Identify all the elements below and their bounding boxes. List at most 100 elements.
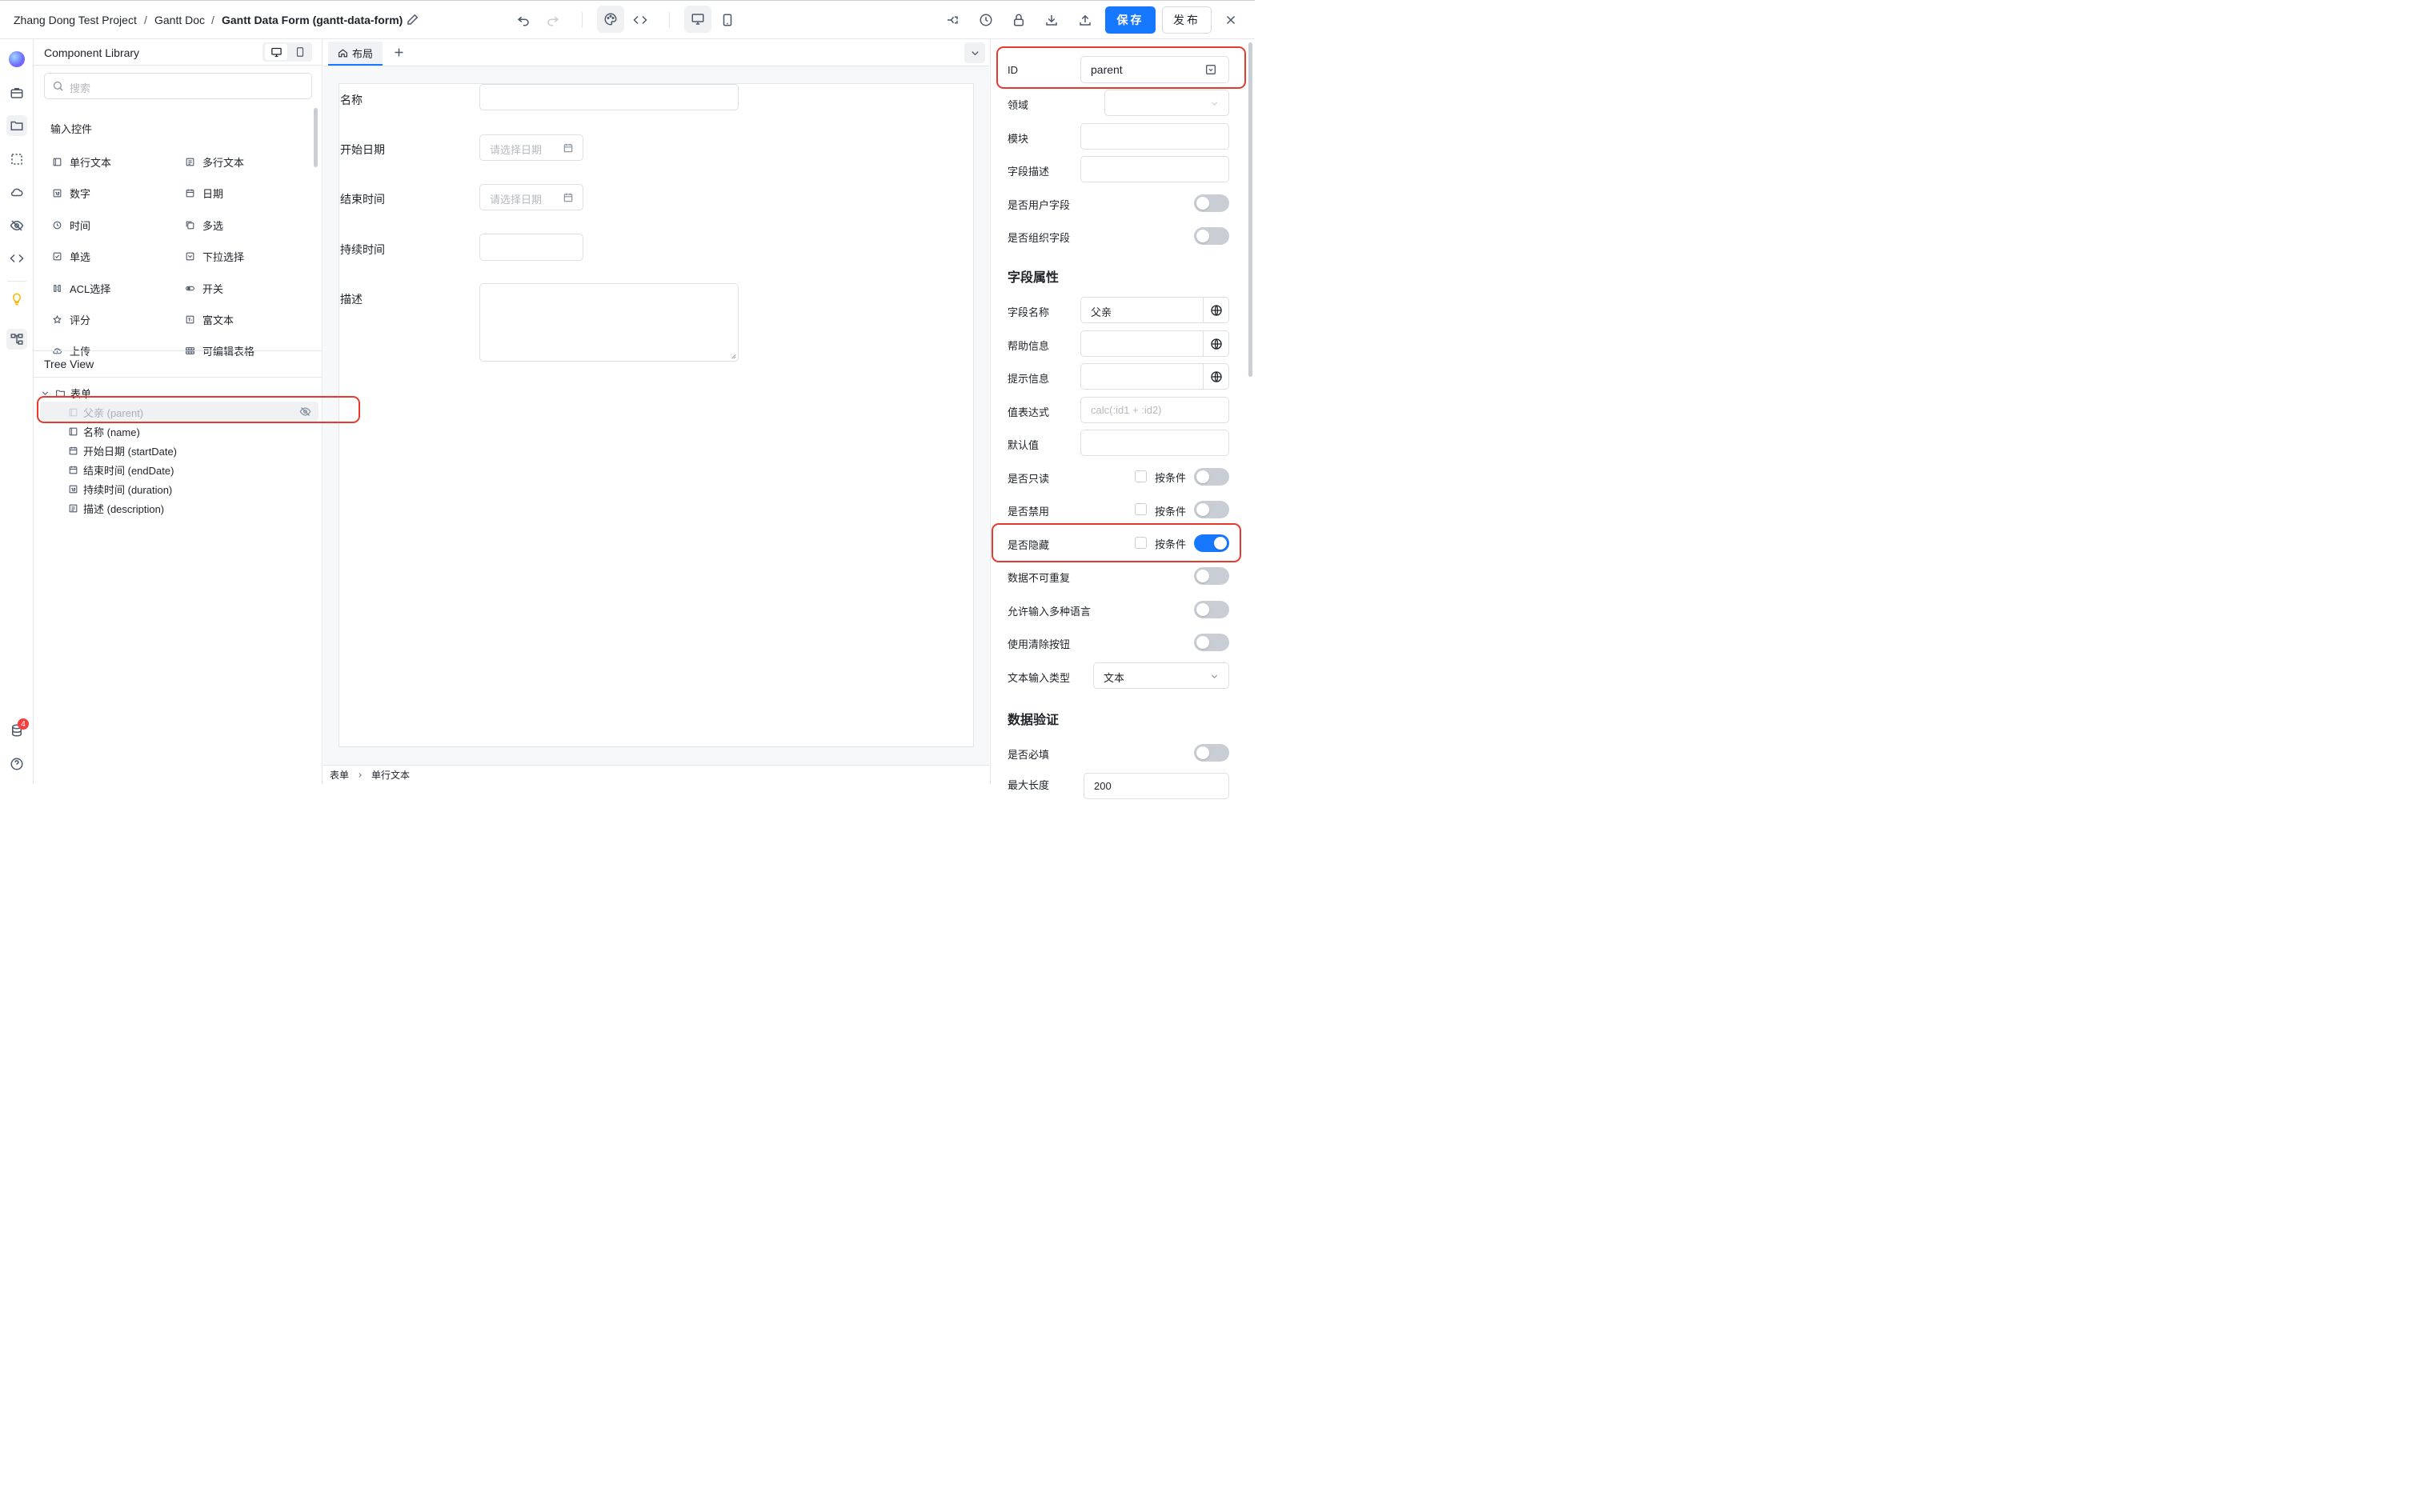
- tree-structure-icon[interactable]: [6, 329, 27, 350]
- close-icon[interactable]: [1221, 10, 1240, 30]
- edit-pencil-icon[interactable]: [405, 11, 421, 27]
- merge-icon[interactable]: [943, 10, 962, 30]
- tree-item[interactable]: 持续时间 (duration): [68, 482, 172, 497]
- clear-btn-toggle[interactable]: [1194, 634, 1229, 651]
- save-button[interactable]: 保存: [1105, 6, 1156, 34]
- start-date-picker[interactable]: 请选择日期: [479, 134, 583, 161]
- is-org-field-toggle[interactable]: [1194, 227, 1229, 245]
- component-label: 时间: [70, 220, 91, 232]
- breadcrumb-project[interactable]: Zhang Dong Test Project: [14, 14, 137, 26]
- tab-layout[interactable]: 布局: [328, 42, 383, 66]
- undo-icon[interactable]: [514, 10, 533, 30]
- acl-icon: [51, 283, 62, 294]
- is-org-field-label: 是否组织字段: [1008, 232, 1071, 244]
- name-field[interactable]: [479, 84, 739, 110]
- field-label-name: 名称: [340, 94, 363, 106]
- component-dropdown[interactable]: 下拉选择: [184, 249, 244, 264]
- module-label: 模块: [1008, 133, 1029, 145]
- desktop-icon[interactable]: [265, 44, 287, 60]
- domain-select[interactable]: [1104, 90, 1229, 116]
- help-icon[interactable]: [6, 754, 27, 774]
- redo-icon[interactable]: [543, 10, 563, 30]
- expr-placeholder: calc(:id1 + :id2): [1091, 404, 1162, 416]
- tabs-dropdown-button[interactable]: [964, 42, 985, 63]
- component-single-line-text[interactable]: 单行文本: [51, 154, 111, 170]
- add-tab-icon[interactable]: [392, 46, 406, 62]
- highlight-hidden-row: [992, 523, 1241, 562]
- input-type-select[interactable]: 文本: [1093, 662, 1229, 689]
- properties-scrollbar[interactable]: [1248, 42, 1252, 377]
- globe-icon[interactable]: [1203, 364, 1228, 390]
- component-date[interactable]: 日期: [184, 186, 223, 201]
- field-name-input[interactable]: 父亲: [1080, 297, 1229, 323]
- tree-item[interactable]: 结束时间 (endDate): [68, 462, 174, 478]
- unique-label: 数据不可重复: [1008, 572, 1071, 584]
- unique-toggle[interactable]: [1194, 567, 1229, 585]
- mobile-icon[interactable]: [718, 10, 737, 30]
- is-user-field-toggle[interactable]: [1194, 194, 1229, 212]
- tab-layout-label: 布局: [351, 47, 373, 60]
- notification-badge: 4: [18, 718, 29, 730]
- download-icon[interactable]: [1042, 10, 1061, 30]
- code-icon[interactable]: [631, 10, 650, 30]
- disabled-conditional-checkbox[interactable]: [1135, 503, 1147, 515]
- max-length-input[interactable]: 200: [1084, 773, 1229, 799]
- tree-item[interactable]: 开始日期 (startDate): [68, 443, 177, 458]
- end-date-picker[interactable]: 请选择日期: [479, 184, 583, 210]
- lightbulb-icon[interactable]: [6, 289, 27, 310]
- library-scrollbar[interactable]: [314, 108, 318, 167]
- module-input[interactable]: [1080, 123, 1229, 150]
- mobile-icon[interactable]: [289, 44, 311, 60]
- field-desc-input[interactable]: [1080, 156, 1229, 182]
- disabled-toggle[interactable]: [1194, 501, 1229, 518]
- code-icon[interactable]: [6, 248, 27, 269]
- component-acl[interactable]: ACL选择: [51, 281, 110, 296]
- folder-icon[interactable]: [6, 115, 27, 136]
- status-path-form[interactable]: 表单: [330, 768, 349, 782]
- history-clock-icon[interactable]: [976, 10, 996, 30]
- cloud-icon[interactable]: [6, 182, 27, 202]
- multilang-toggle[interactable]: [1194, 601, 1229, 618]
- search-input[interactable]: 搜索: [44, 73, 312, 99]
- resize-handle-icon[interactable]: [730, 353, 736, 359]
- component-rating[interactable]: 评分: [51, 312, 90, 327]
- readonly-toggle[interactable]: [1194, 468, 1229, 486]
- required-toggle[interactable]: [1194, 744, 1229, 762]
- description-textarea[interactable]: [479, 283, 739, 362]
- selection-icon[interactable]: [6, 149, 27, 170]
- lock-icon[interactable]: [1009, 10, 1028, 30]
- eye-off-icon[interactable]: [6, 215, 27, 236]
- calendar-icon: [68, 465, 78, 475]
- default-input[interactable]: [1080, 430, 1229, 456]
- tree-item[interactable]: 名称 (name): [68, 424, 140, 439]
- form-canvas[interactable]: 名称 开始日期 请选择日期 结束时间 请选择日期 持续时间 描述: [339, 83, 974, 747]
- briefcase-icon[interactable]: [6, 82, 27, 103]
- theme-palette-button[interactable]: [597, 6, 624, 33]
- disabled-conditional-label: 按条件: [1155, 506, 1187, 518]
- app-logo-icon[interactable]: [6, 49, 27, 70]
- hint-input[interactable]: [1080, 363, 1229, 390]
- desktop-view-button[interactable]: [684, 6, 711, 33]
- globe-icon[interactable]: [1203, 298, 1228, 323]
- help-input[interactable]: [1080, 330, 1229, 357]
- expr-input[interactable]: calc(:id1 + :id2): [1080, 397, 1229, 423]
- upload-icon[interactable]: [1076, 10, 1095, 30]
- duration-field[interactable]: [479, 234, 583, 261]
- number-icon: [68, 484, 78, 494]
- component-number[interactable]: 数字: [51, 186, 90, 201]
- breadcrumb-doc[interactable]: Gantt Doc: [154, 14, 205, 26]
- globe-icon[interactable]: [1203, 331, 1228, 357]
- tree-item[interactable]: 描述 (description): [68, 501, 164, 516]
- component-multi-select[interactable]: 多选: [184, 218, 223, 233]
- publish-button[interactable]: 发布: [1162, 6, 1212, 34]
- component-time[interactable]: 时间: [51, 218, 90, 233]
- component-switch[interactable]: 开关: [184, 281, 223, 296]
- readonly-conditional-checkbox[interactable]: [1135, 470, 1147, 482]
- status-path-current[interactable]: 单行文本: [371, 768, 410, 782]
- date-placeholder: 请选择日期: [490, 144, 543, 156]
- component-multi-line-text[interactable]: 多行文本: [184, 154, 244, 170]
- breadcrumb-separator: /: [211, 14, 214, 26]
- component-radio[interactable]: 单选: [51, 249, 90, 264]
- design-canvas: 布局 名称 开始日期 请选择日期 结束时间 请选择日期 持续时间 描述 表单 单…: [323, 39, 989, 784]
- component-rich-text[interactable]: 富文本: [184, 312, 234, 327]
